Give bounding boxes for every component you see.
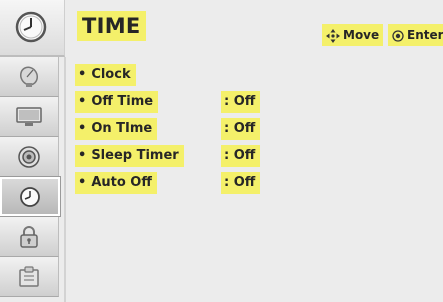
sidebar-item-time[interactable]: [0, 177, 60, 216]
header-clock-icon: [0, 0, 65, 57]
move-hint-label: Move: [343, 28, 380, 42]
sidebar-item-audio[interactable]: [0, 137, 59, 177]
sidebar-item-option[interactable]: [0, 257, 59, 297]
menu-item-label[interactable]: • Clock: [75, 64, 136, 86]
menu-item-text: Clock: [91, 67, 131, 82]
menu-item-text: Auto Off: [91, 175, 152, 190]
menu-item-value: : Off: [221, 91, 261, 113]
satellite-dish-icon: [19, 65, 39, 87]
sidebar-item-picture[interactable]: [0, 97, 59, 137]
enter-hint: Enter: [388, 24, 443, 46]
speaker-icon: [18, 145, 40, 168]
menu-item-text: Off Time: [91, 94, 154, 109]
menu-item-value: : Off: [221, 145, 261, 167]
sidebar-item-lock[interactable]: [0, 217, 59, 257]
monitor-icon: [16, 106, 42, 126]
menu-item-label[interactable]: • Auto Off: [75, 172, 157, 194]
menu-item-value: : Off: [221, 172, 261, 194]
lock-icon: [20, 225, 38, 248]
navigation-arrows-icon: [326, 28, 340, 43]
category-sidebar: [0, 57, 64, 302]
options-icon: [19, 265, 39, 287]
page-title: TIME: [77, 11, 146, 41]
menu-item-label[interactable]: • Off Time: [75, 91, 159, 113]
menu-item-value: : Off: [221, 118, 261, 140]
time-menu: • Clock • Off Time : Off • On TIme : Off • S…: [66, 57, 443, 302]
osd-frame: TIME Move Enter • Clock • Off Time: Off…: [0, 0, 443, 302]
enter-hint-label: Enter: [407, 28, 443, 42]
move-hint: Move: [322, 24, 384, 46]
menu-item-label[interactable]: • On TIme: [75, 118, 158, 140]
ok-button-icon: [392, 29, 404, 42]
sidebar-item-channel[interactable]: [0, 57, 59, 97]
clock-icon: [20, 186, 40, 207]
menu-item-text: Sleep Timer: [91, 148, 179, 163]
menu-item-text: On TIme: [91, 121, 153, 136]
header: TIME Move Enter: [0, 0, 443, 57]
menu-item-label[interactable]: • Sleep Timer: [75, 145, 184, 167]
